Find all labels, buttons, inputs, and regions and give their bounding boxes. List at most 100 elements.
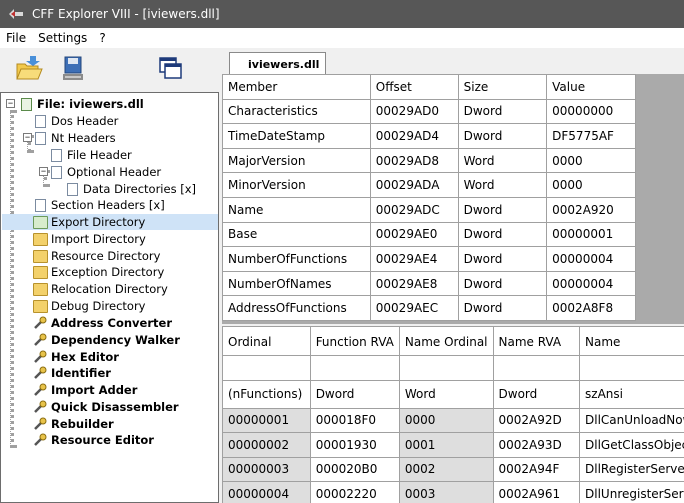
tree-item-import-adder[interactable]: Import Adder: [33, 382, 137, 398]
tree-item-resource-directory[interactable]: Resource Directory: [33, 248, 160, 264]
table-row[interactable]: 00000001 000018F0 0000 0002A92D DllCanUnload…: [222, 407, 684, 433]
tree-item-dependency-walker[interactable]: Dependency Walker: [33, 332, 180, 348]
functions-grid[interactable]: Ordinal Function RVA Name Ordinal Name R…: [222, 326, 684, 503]
table-cell[interactable]: MajorVersion: [222, 147, 371, 174]
collapse-toggle[interactable]: −: [39, 167, 48, 176]
table-cell[interactable]: 0002A93D: [492, 432, 581, 458]
column-header[interactable]: Value: [546, 74, 636, 100]
table-cell[interactable]: 0000: [546, 172, 636, 198]
tree-item-file-header[interactable]: File Header: [49, 147, 132, 163]
menu-help[interactable]: ?: [93, 31, 111, 45]
column-header[interactable]: Size: [457, 74, 548, 100]
tree-item-quick-disassembler[interactable]: Quick Disassembler: [33, 399, 179, 415]
table-cell[interactable]: 00000001: [546, 221, 636, 248]
table-cell[interactable]: Word: [457, 172, 548, 198]
table-cell[interactable]: Word: [457, 147, 548, 174]
tree-item-section-headers[interactable]: Section Headers [x]: [33, 197, 165, 213]
open-file-icon[interactable]: [14, 54, 44, 84]
table-cell[interactable]: 00002220: [309, 481, 400, 503]
table-cell[interactable]: DF5775AF: [546, 123, 636, 149]
table-cell[interactable]: 000018F0: [309, 407, 400, 433]
table-cell[interactable]: 00001930: [309, 432, 400, 458]
table-cell[interactable]: TimeDateStamp: [222, 123, 371, 149]
table-row[interactable]: AddressOfFunctions 00029AEC Dword 0002A8F8: [222, 295, 636, 321]
table-cell[interactable]: 0002A94F: [492, 456, 581, 482]
table-cell[interactable]: 0000: [546, 147, 636, 174]
collapse-toggle[interactable]: −: [6, 99, 15, 108]
tree-item-hex-editor[interactable]: Hex Editor: [33, 349, 119, 365]
table-cell[interactable]: Dword: [457, 270, 548, 297]
table-cell[interactable]: 0002A961: [492, 481, 581, 503]
table-row[interactable]: NumberOfFunctions 00029AE4 Dword 00000004: [222, 246, 636, 272]
table-cell[interactable]: 00029AE8: [369, 270, 459, 297]
table-cell[interactable]: AddressOfFunctions: [222, 295, 371, 321]
column-header[interactable]: Member: [222, 74, 371, 100]
table-cell[interactable]: Base: [222, 221, 371, 248]
windows-icon[interactable]: [156, 54, 186, 84]
tree-item-import-directory[interactable]: Import Directory: [33, 231, 146, 247]
table-cell[interactable]: Dword: [457, 196, 548, 223]
tree-item-export-directory[interactable]: Export Directory: [2, 214, 218, 230]
tree-item-address-converter[interactable]: Address Converter: [33, 315, 172, 331]
table-cell[interactable]: 0001: [398, 432, 494, 458]
table-row[interactable]: Characteristics 00029AD0 Dword 00000000: [222, 98, 636, 125]
table-cell[interactable]: Characteristics: [222, 98, 371, 125]
table-row[interactable]: NumberOfNames 00029AE8 Dword 00000004: [222, 270, 636, 297]
table-cell[interactable]: 00000002: [222, 432, 311, 458]
table-cell[interactable]: Dword: [457, 295, 548, 321]
table-row[interactable]: 00000004 00002220 0003 0002A961 DllUnregiste…: [222, 481, 684, 503]
table-cell[interactable]: MinorVersion: [222, 172, 371, 198]
column-header[interactable]: Offset: [369, 74, 459, 100]
table-cell[interactable]: 00000001: [222, 407, 311, 433]
table-cell[interactable]: 00000003: [222, 456, 311, 482]
tree-item-rebuilder[interactable]: Rebuilder: [33, 416, 114, 432]
table-cell[interactable]: 0002A8F8: [546, 295, 636, 321]
table-cell[interactable]: 00000004: [546, 246, 636, 272]
table-cell[interactable]: 0000: [398, 407, 494, 433]
table-row[interactable]: 00000003 000020B0 0002 0002A94F DllRegisterS…: [222, 456, 684, 482]
table-row[interactable]: Name 00029ADC Dword 0002A920: [222, 196, 636, 223]
table-cell[interactable]: DllCanUnloadNow: [579, 407, 684, 433]
table-cell[interactable]: 00029ADC: [369, 196, 459, 223]
tree-item-nt-headers[interactable]: Nt Headers: [33, 130, 116, 146]
table-cell[interactable]: 00029AD4: [369, 123, 459, 149]
table-cell[interactable]: NumberOfNames: [222, 270, 371, 297]
table-cell[interactable]: 00000004: [222, 481, 311, 503]
tree-item-debug-directory[interactable]: Debug Directory: [33, 298, 145, 314]
table-cell[interactable]: Dword: [457, 98, 548, 125]
column-header[interactable]: Name RVA: [492, 326, 581, 356]
tree-item-exception-directory[interactable]: Exception Directory: [33, 264, 164, 280]
table-cell[interactable]: 00000000: [546, 98, 636, 125]
table-cell[interactable]: 00029AEC: [369, 295, 459, 321]
table-cell[interactable]: Name: [222, 196, 371, 223]
table-cell[interactable]: 00000004: [546, 270, 636, 297]
table-cell[interactable]: 00029AE4: [369, 246, 459, 272]
tree-item-data-directories[interactable]: Data Directories [x]: [65, 181, 196, 197]
table-row[interactable]: MinorVersion 00029ADA Word 0000: [222, 172, 636, 198]
collapse-toggle[interactable]: −: [23, 133, 32, 142]
table-row[interactable]: 00000002 00001930 0001 0002A93D DllGetClassO…: [222, 432, 684, 458]
table-cell[interactable]: 00029AE0: [369, 221, 459, 248]
tree-item-relocation-directory[interactable]: Relocation Directory: [33, 281, 168, 297]
table-cell[interactable]: DllRegisterServer: [579, 456, 684, 482]
column-header[interactable]: Name Ordinal: [398, 326, 494, 356]
column-header[interactable]: Ordinal: [222, 326, 311, 356]
column-header[interactable]: Function RVA: [309, 326, 400, 356]
column-header[interactable]: Name: [579, 326, 684, 356]
tree-root[interactable]: File: iviewers.dll: [19, 96, 144, 112]
save-file-icon[interactable]: [58, 54, 88, 84]
table-cell[interactable]: 0002A920: [546, 196, 636, 223]
menu-file[interactable]: File: [0, 31, 32, 45]
table-cell[interactable]: 000020B0: [309, 456, 400, 482]
tree-item-optional-header[interactable]: Optional Header: [49, 164, 161, 180]
table-cell[interactable]: 0003: [398, 481, 494, 503]
table-cell[interactable]: NumberOfFunctions: [222, 246, 371, 272]
tree-item-dos-header[interactable]: Dos Header: [33, 113, 118, 129]
tab-iviewers-dll[interactable]: iviewers.dll: [229, 52, 326, 74]
header-grid[interactable]: Member Offset Size Value Characteristics…: [222, 74, 684, 324]
table-cell[interactable]: 00029AD8: [369, 147, 459, 174]
table-cell[interactable]: DllUnregisterServer: [579, 481, 684, 503]
table-cell[interactable]: Dword: [457, 123, 548, 149]
tree-item-resource-editor[interactable]: Resource Editor: [33, 432, 154, 448]
table-cell[interactable]: Dword: [457, 221, 548, 248]
